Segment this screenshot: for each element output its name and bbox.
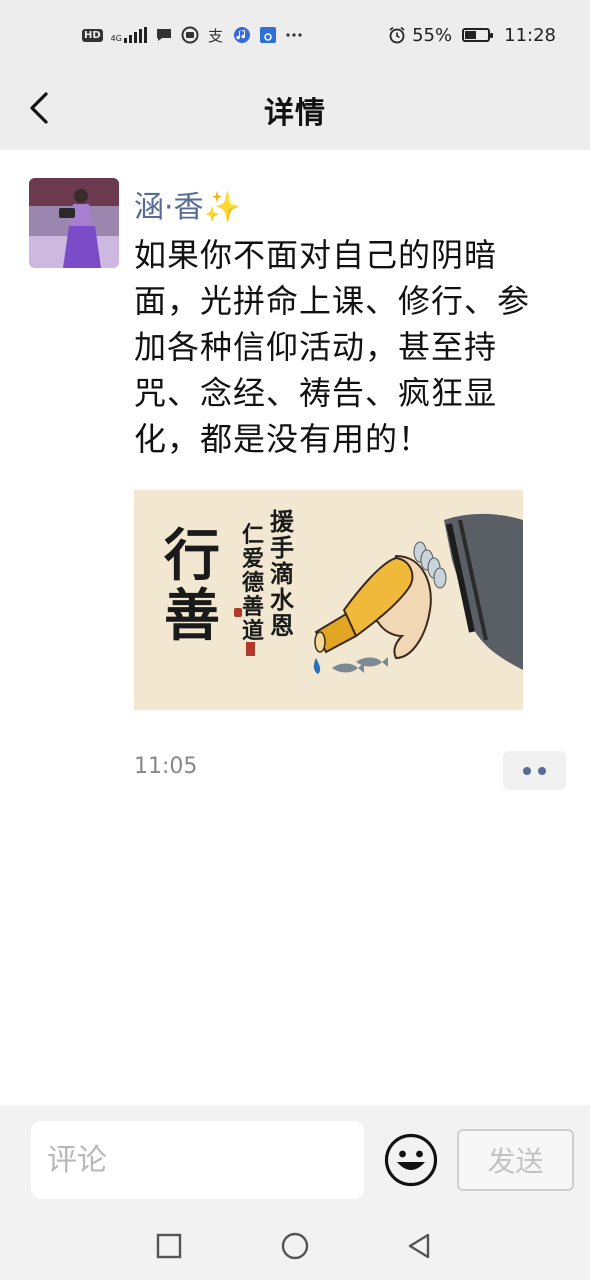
signal-icon: 4G (111, 27, 147, 43)
painting-char: 手 (270, 533, 294, 562)
painting-char: 仁 (242, 522, 264, 548)
battery-percent: 55% (412, 24, 453, 46)
alipay-icon: 支 (208, 27, 223, 44)
painting-char: 滴 (270, 559, 294, 588)
more-notifications-icon (286, 33, 302, 37)
painting-char: 水 (270, 585, 295, 614)
painting-char: 援 (270, 507, 295, 536)
post-image[interactable]: 行 善 援手滴水恩 仁爱德善道 (134, 490, 523, 710)
painting-char: 德 (242, 570, 264, 596)
title-bar: 详情 (0, 68, 590, 150)
hd-icon: HD (82, 28, 103, 42)
page-title: 详情 (264, 96, 326, 131)
avatar[interactable] (29, 178, 119, 268)
emoji-smile-icon[interactable] (383, 1132, 439, 1188)
painting-char: 恩 (270, 611, 294, 640)
home-icon[interactable] (280, 1231, 310, 1261)
painting-char: 爱 (242, 546, 264, 572)
chat-icon (156, 29, 171, 41)
painting-big-char-1: 行 (164, 523, 220, 589)
battery-icon (462, 28, 494, 42)
app-icon (181, 26, 199, 44)
comment-input[interactable] (31, 1121, 364, 1199)
more-dots-icon[interactable] (503, 751, 566, 790)
send-button[interactable]: 发送 (457, 1129, 574, 1191)
clock: 11:28 (504, 24, 556, 46)
painting-char: 道 (242, 618, 264, 644)
music-icon (233, 27, 250, 43)
painting-line-2: 仁爱德善道 (242, 522, 264, 644)
status-bar: HD 4G 支 55% 11:28 (0, 0, 590, 68)
system-navigation-bar (0, 1215, 590, 1280)
painting-line-1: 援手滴水恩 (270, 507, 295, 640)
status-icons-left: HD 4G 支 (82, 22, 303, 48)
status-icons-right: 55% 11:28 (388, 22, 556, 48)
svg-text:支: 支 (208, 27, 223, 44)
painting-big-char-2: 善 (164, 583, 220, 649)
app-store-icon (259, 27, 276, 43)
avatar-photo (29, 178, 119, 268)
post-text: 如果你不面对自己的阴暗面，光拼命上课、修行、参加各种信仰活动，甚至持咒、念经、祷… (134, 236, 531, 458)
alarm-icon (389, 26, 405, 44)
comment-bar: 发送 (0, 1105, 590, 1215)
charity-painting: 行 善 援手滴水恩 仁爱德善道 (134, 490, 523, 710)
post-time: 11:05 (134, 754, 198, 779)
author-name[interactable]: 涵·香✨ (134, 182, 241, 226)
painting-char: 善 (242, 594, 264, 620)
back-triangle-icon[interactable] (404, 1231, 434, 1261)
recent-apps-icon[interactable] (154, 1231, 184, 1261)
network-type-label: 4G (110, 34, 122, 43)
